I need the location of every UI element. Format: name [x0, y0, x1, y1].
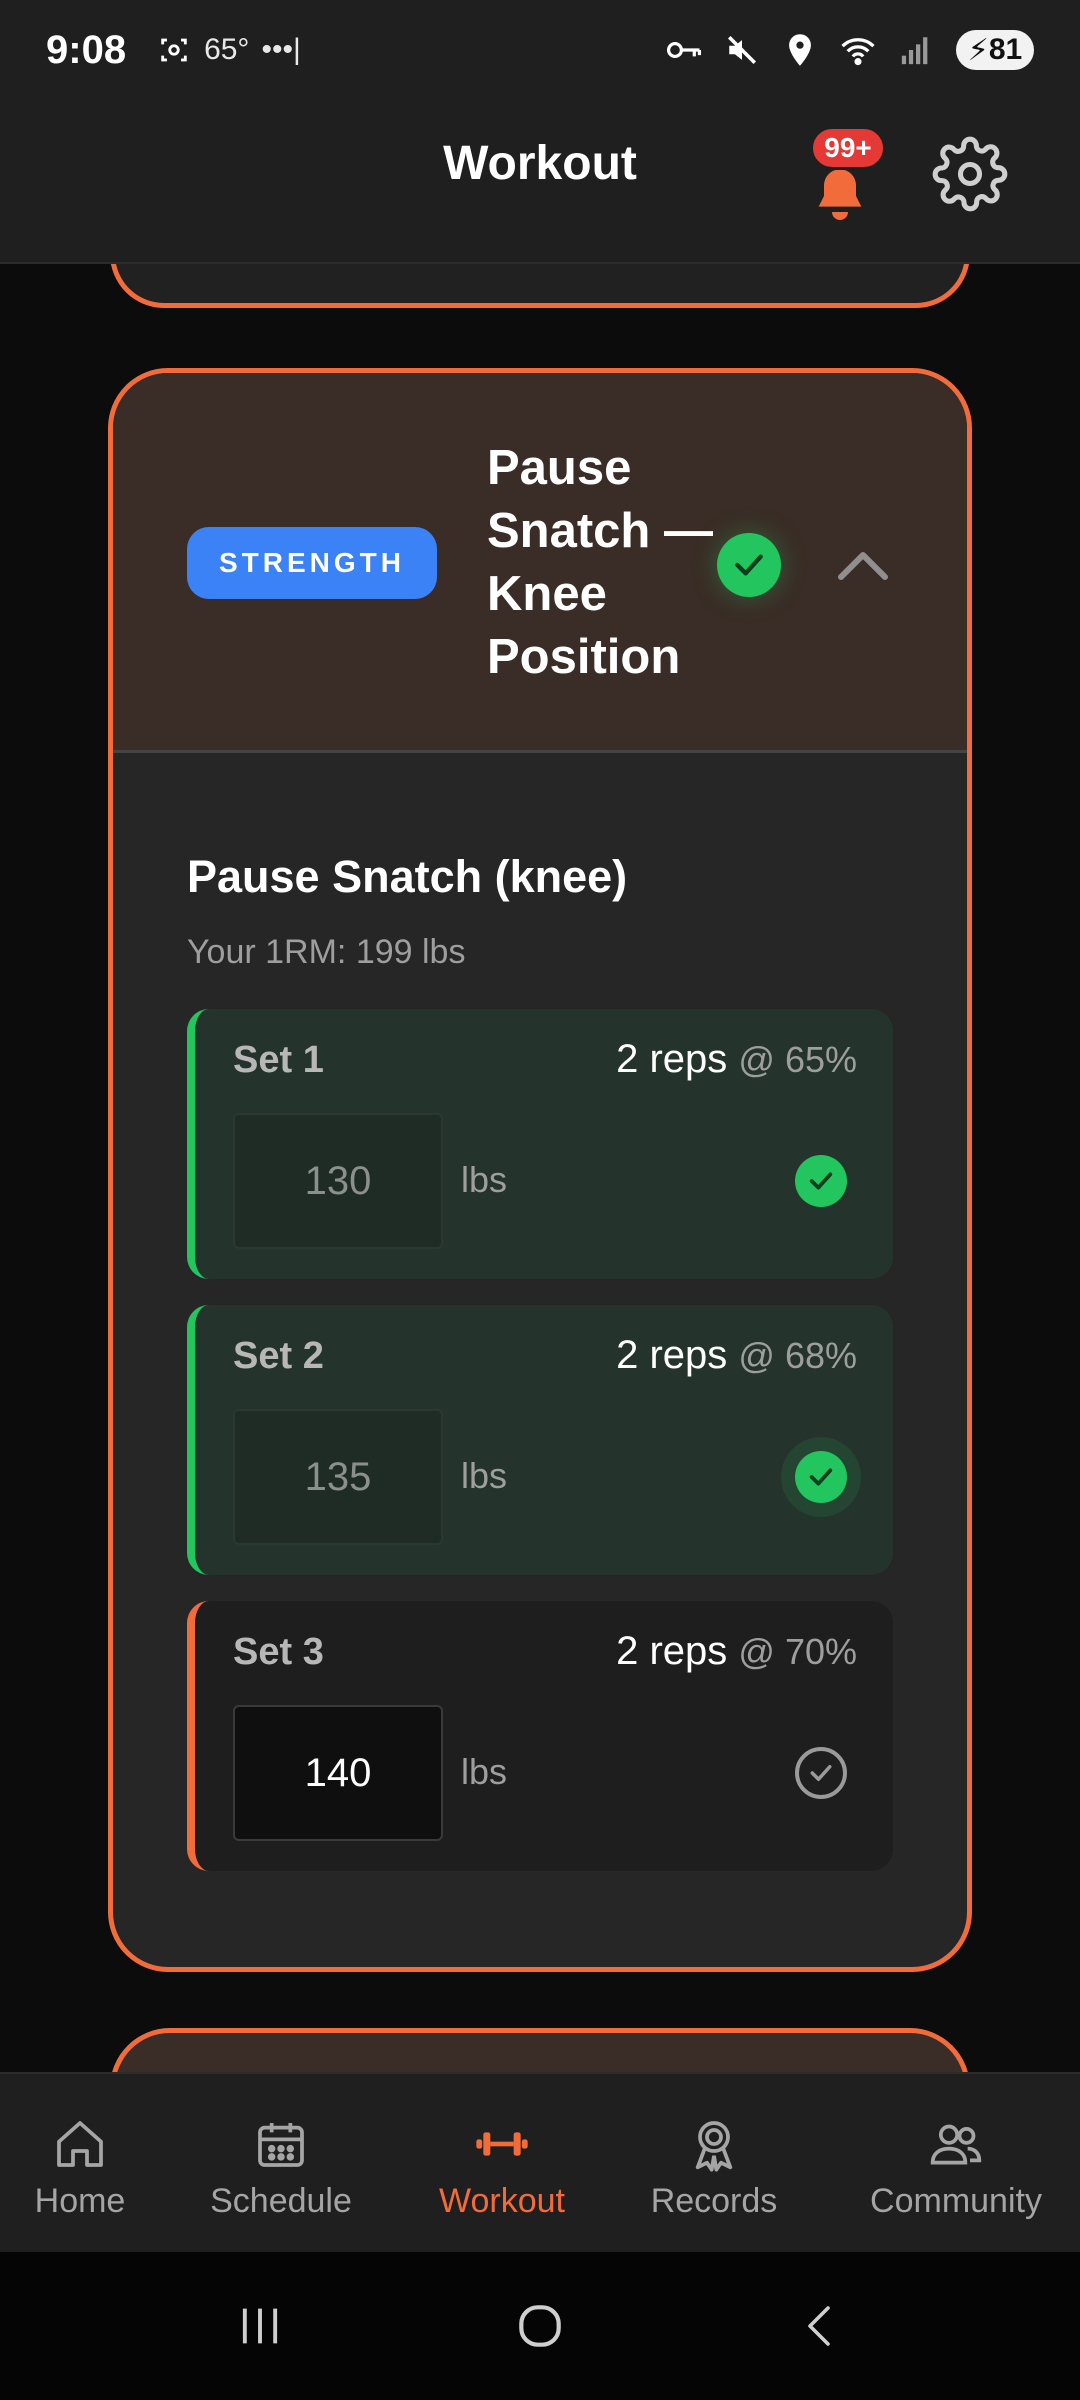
gear-icon [932, 136, 1008, 212]
home-circle-icon [519, 2305, 561, 2347]
nav-label: Home [34, 2182, 126, 2220]
collapse-button[interactable] [823, 525, 903, 605]
nav-home[interactable]: Home [20, 2074, 140, 2221]
weight-unit: lbs [461, 1159, 508, 1200]
settings-button[interactable] [932, 136, 1008, 212]
set-label: Set 2 [233, 1335, 324, 1377]
check-icon [810, 1765, 832, 1781]
exercise-title: Pause Snatch — Knee Position [487, 441, 713, 684]
recents-icon [242, 2308, 278, 2344]
completed-check-icon [717, 533, 781, 597]
one-rep-max: Your 1RM: 199 lbs [187, 933, 466, 971]
bottom-nav: Home Schedule Workout Records Community [0, 2072, 1080, 2252]
percent-of-max: @ 65% [738, 1039, 857, 1080]
weight-input[interactable]: 140 [233, 1705, 443, 1841]
set-reps: 2 reps @ 68% [616, 1333, 857, 1378]
back-button[interactable] [780, 2286, 860, 2366]
exercise-card: STRENGTH Pause Snatch — Knee Position Pa… [108, 368, 972, 1972]
percent-of-max: @ 68% [738, 1335, 857, 1376]
people-icon [930, 2124, 982, 2165]
set-label: Set 1 [233, 1039, 324, 1081]
weight-unit: lbs [461, 1751, 508, 1792]
location-icon [782, 32, 818, 68]
nav-schedule[interactable]: Schedule [196, 2074, 366, 2221]
nav-label: Schedule [210, 2182, 352, 2220]
wifi-icon [840, 32, 876, 68]
back-arrow-icon [808, 2306, 830, 2346]
bell-icon [818, 169, 862, 220]
workout-screen: 9:08 65° •••| ⚡ 81 Workout 99+ STRENGTH … [0, 0, 1080, 2400]
page-title: Workout [443, 137, 637, 190]
weight-input[interactable]: 135 [233, 1409, 443, 1545]
check-icon [809, 1172, 833, 1190]
weight-input[interactable]: 130 [233, 1113, 443, 1249]
set-reps: 2 reps @ 65% [616, 1037, 857, 1082]
reps-count: 2 reps [616, 1629, 728, 1673]
lift-name: Pause Snatch (knee) [187, 851, 628, 902]
reps-count: 2 reps [616, 1333, 728, 1377]
nav-label: Workout [439, 2182, 565, 2220]
set-complete-toggle[interactable] [795, 1451, 847, 1503]
nav-label: Records [650, 2182, 778, 2220]
status-weather: 65° [204, 33, 250, 66]
previous-exercise-card[interactable] [110, 264, 970, 308]
workout-content[interactable]: STRENGTH Pause Snatch — Knee Position Pa… [0, 264, 1080, 2072]
notification-badge: 99+ [810, 126, 886, 170]
percent-of-max: @ 70% [738, 1631, 857, 1672]
nav-label: Community [870, 2182, 1042, 2220]
nav-records[interactable]: Records [630, 2074, 798, 2221]
award-icon [695, 2121, 733, 2172]
battery-level: 81 [988, 33, 1023, 66]
status-time: 9:08 [46, 27, 127, 72]
home-icon [57, 2121, 103, 2167]
set-complete-toggle[interactable] [795, 1747, 847, 1799]
check-icon [809, 1468, 833, 1486]
set-row-3: Set 3 2 reps @ 70% 140 lbs [187, 1601, 893, 1871]
status-bar: 9:08 65° •••| ⚡ 81 [0, 0, 1080, 100]
set-label: Set 3 [233, 1631, 324, 1673]
exercise-card-header[interactable]: STRENGTH Pause Snatch — Knee Position [113, 373, 967, 753]
chevron-up-icon [838, 552, 888, 580]
category-tag: STRENGTH [187, 527, 437, 599]
nav-community[interactable]: Community [850, 2074, 1062, 2221]
set-complete-toggle[interactable] [795, 1155, 847, 1207]
weight-unit: lbs [461, 1455, 508, 1496]
calendar-icon [258, 2123, 304, 2167]
recents-button[interactable] [220, 2286, 300, 2366]
dumbbell-icon [476, 2132, 528, 2156]
battery-indicator: ⚡ 81 [956, 30, 1034, 70]
reps-count: 2 reps [616, 1037, 728, 1081]
set-row-1: Set 1 2 reps @ 65% 130 lbs [187, 1009, 893, 1279]
signal-icon [898, 32, 934, 68]
screenshot-icon [156, 32, 192, 68]
next-exercise-card[interactable] [110, 2028, 970, 2072]
more-dots-icon: •••| [261, 33, 301, 66]
mute-icon [724, 32, 760, 68]
key-icon [666, 32, 702, 68]
system-nav-bar [0, 2252, 1080, 2400]
set-row-2: Set 2 2 reps @ 68% 135 lbs [187, 1305, 893, 1575]
nav-workout[interactable]: Workout [420, 2074, 584, 2221]
set-reps: 2 reps @ 70% [616, 1629, 857, 1674]
app-header: Workout 99+ [0, 100, 1080, 264]
home-system-button[interactable] [500, 2286, 580, 2366]
